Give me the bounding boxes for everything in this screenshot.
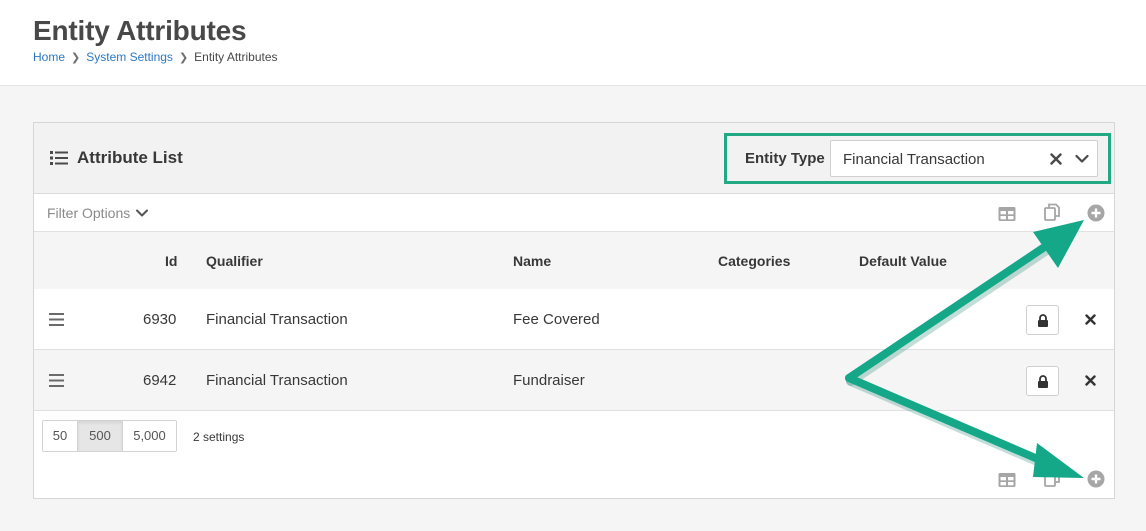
- panel-heading: Attribute List Entity Type Financial Tra…: [34, 123, 1114, 194]
- drag-handle-icon[interactable]: [49, 313, 64, 326]
- filter-options-toggle[interactable]: Filter Options: [47, 205, 149, 221]
- copy-icon[interactable]: [1043, 469, 1061, 487]
- cell-qualifier: Financial Transaction: [206, 372, 348, 389]
- breadcrumb-home[interactable]: Home: [33, 50, 65, 64]
- lock-icon: [1038, 375, 1048, 388]
- close-icon[interactable]: [1085, 375, 1096, 386]
- entity-type-value: Financial Transaction: [843, 151, 985, 168]
- table-header: Id Qualifier Name Categories Default Val…: [34, 232, 1114, 289]
- filter-options-label: Filter Options: [47, 205, 131, 221]
- column-header-default-value[interactable]: Default Value: [859, 253, 947, 269]
- column-header-id[interactable]: Id: [165, 253, 177, 269]
- breadcrumb-system-settings[interactable]: System Settings: [86, 50, 173, 64]
- settings-count: 2 settings: [193, 430, 245, 444]
- breadcrumb-current: Entity Attributes: [194, 50, 278, 64]
- chevron-down-icon[interactable]: [1075, 154, 1089, 164]
- chevron-down-icon: [136, 209, 149, 217]
- clear-icon[interactable]: [1050, 153, 1062, 165]
- page-title: Entity Attributes: [33, 15, 247, 46]
- table-row[interactable]: 6930 Financial Transaction Fee Covered: [34, 289, 1114, 350]
- entity-type-select[interactable]: Financial Transaction: [830, 140, 1098, 177]
- column-header-categories[interactable]: Categories: [718, 253, 790, 269]
- security-button[interactable]: [1026, 305, 1059, 335]
- add-circle-icon[interactable]: [1087, 470, 1105, 488]
- cell-id: 6930: [143, 311, 177, 328]
- drag-handle-icon[interactable]: [49, 374, 64, 387]
- page-size-selector: 50 500 5,000: [42, 420, 177, 452]
- cell-name: Fundraiser: [513, 372, 585, 389]
- cell-name: Fee Covered: [513, 311, 600, 328]
- grid-icon[interactable]: [998, 205, 1016, 223]
- page-size-5000[interactable]: 5,000: [123, 421, 176, 451]
- cell-id: 6942: [143, 372, 177, 389]
- table-row[interactable]: 6942 Financial Transaction Fundraiser: [34, 350, 1114, 411]
- cell-qualifier: Financial Transaction: [206, 311, 348, 328]
- page-size-500[interactable]: 500: [78, 421, 123, 451]
- grid-icon[interactable]: [998, 471, 1016, 489]
- breadcrumb-separator-icon: ❯: [178, 51, 189, 64]
- breadcrumb: Home ❯ System Settings ❯ Entity Attribut…: [33, 50, 278, 64]
- add-circle-icon[interactable]: [1087, 204, 1105, 222]
- close-icon[interactable]: [1085, 314, 1096, 325]
- column-header-name[interactable]: Name: [513, 253, 551, 269]
- filter-bar: Filter Options: [34, 194, 1114, 232]
- panel-title: Attribute List: [77, 148, 183, 167]
- copy-icon[interactable]: [1043, 203, 1061, 221]
- page-size-50[interactable]: 50: [43, 421, 78, 451]
- security-button[interactable]: [1026, 366, 1059, 396]
- column-header-qualifier[interactable]: Qualifier: [206, 253, 263, 269]
- entity-type-label: Entity Type: [745, 150, 825, 167]
- breadcrumb-separator-icon: ❯: [71, 51, 81, 64]
- lock-icon: [1038, 314, 1048, 327]
- entity-type-filter: Entity Type Financial Transaction: [724, 133, 1111, 184]
- attribute-list-panel: Attribute List Entity Type Financial Tra…: [33, 122, 1115, 499]
- page-header: Entity Attributes Home ❯ System Settings…: [0, 0, 1146, 86]
- list-icon: [50, 151, 68, 165]
